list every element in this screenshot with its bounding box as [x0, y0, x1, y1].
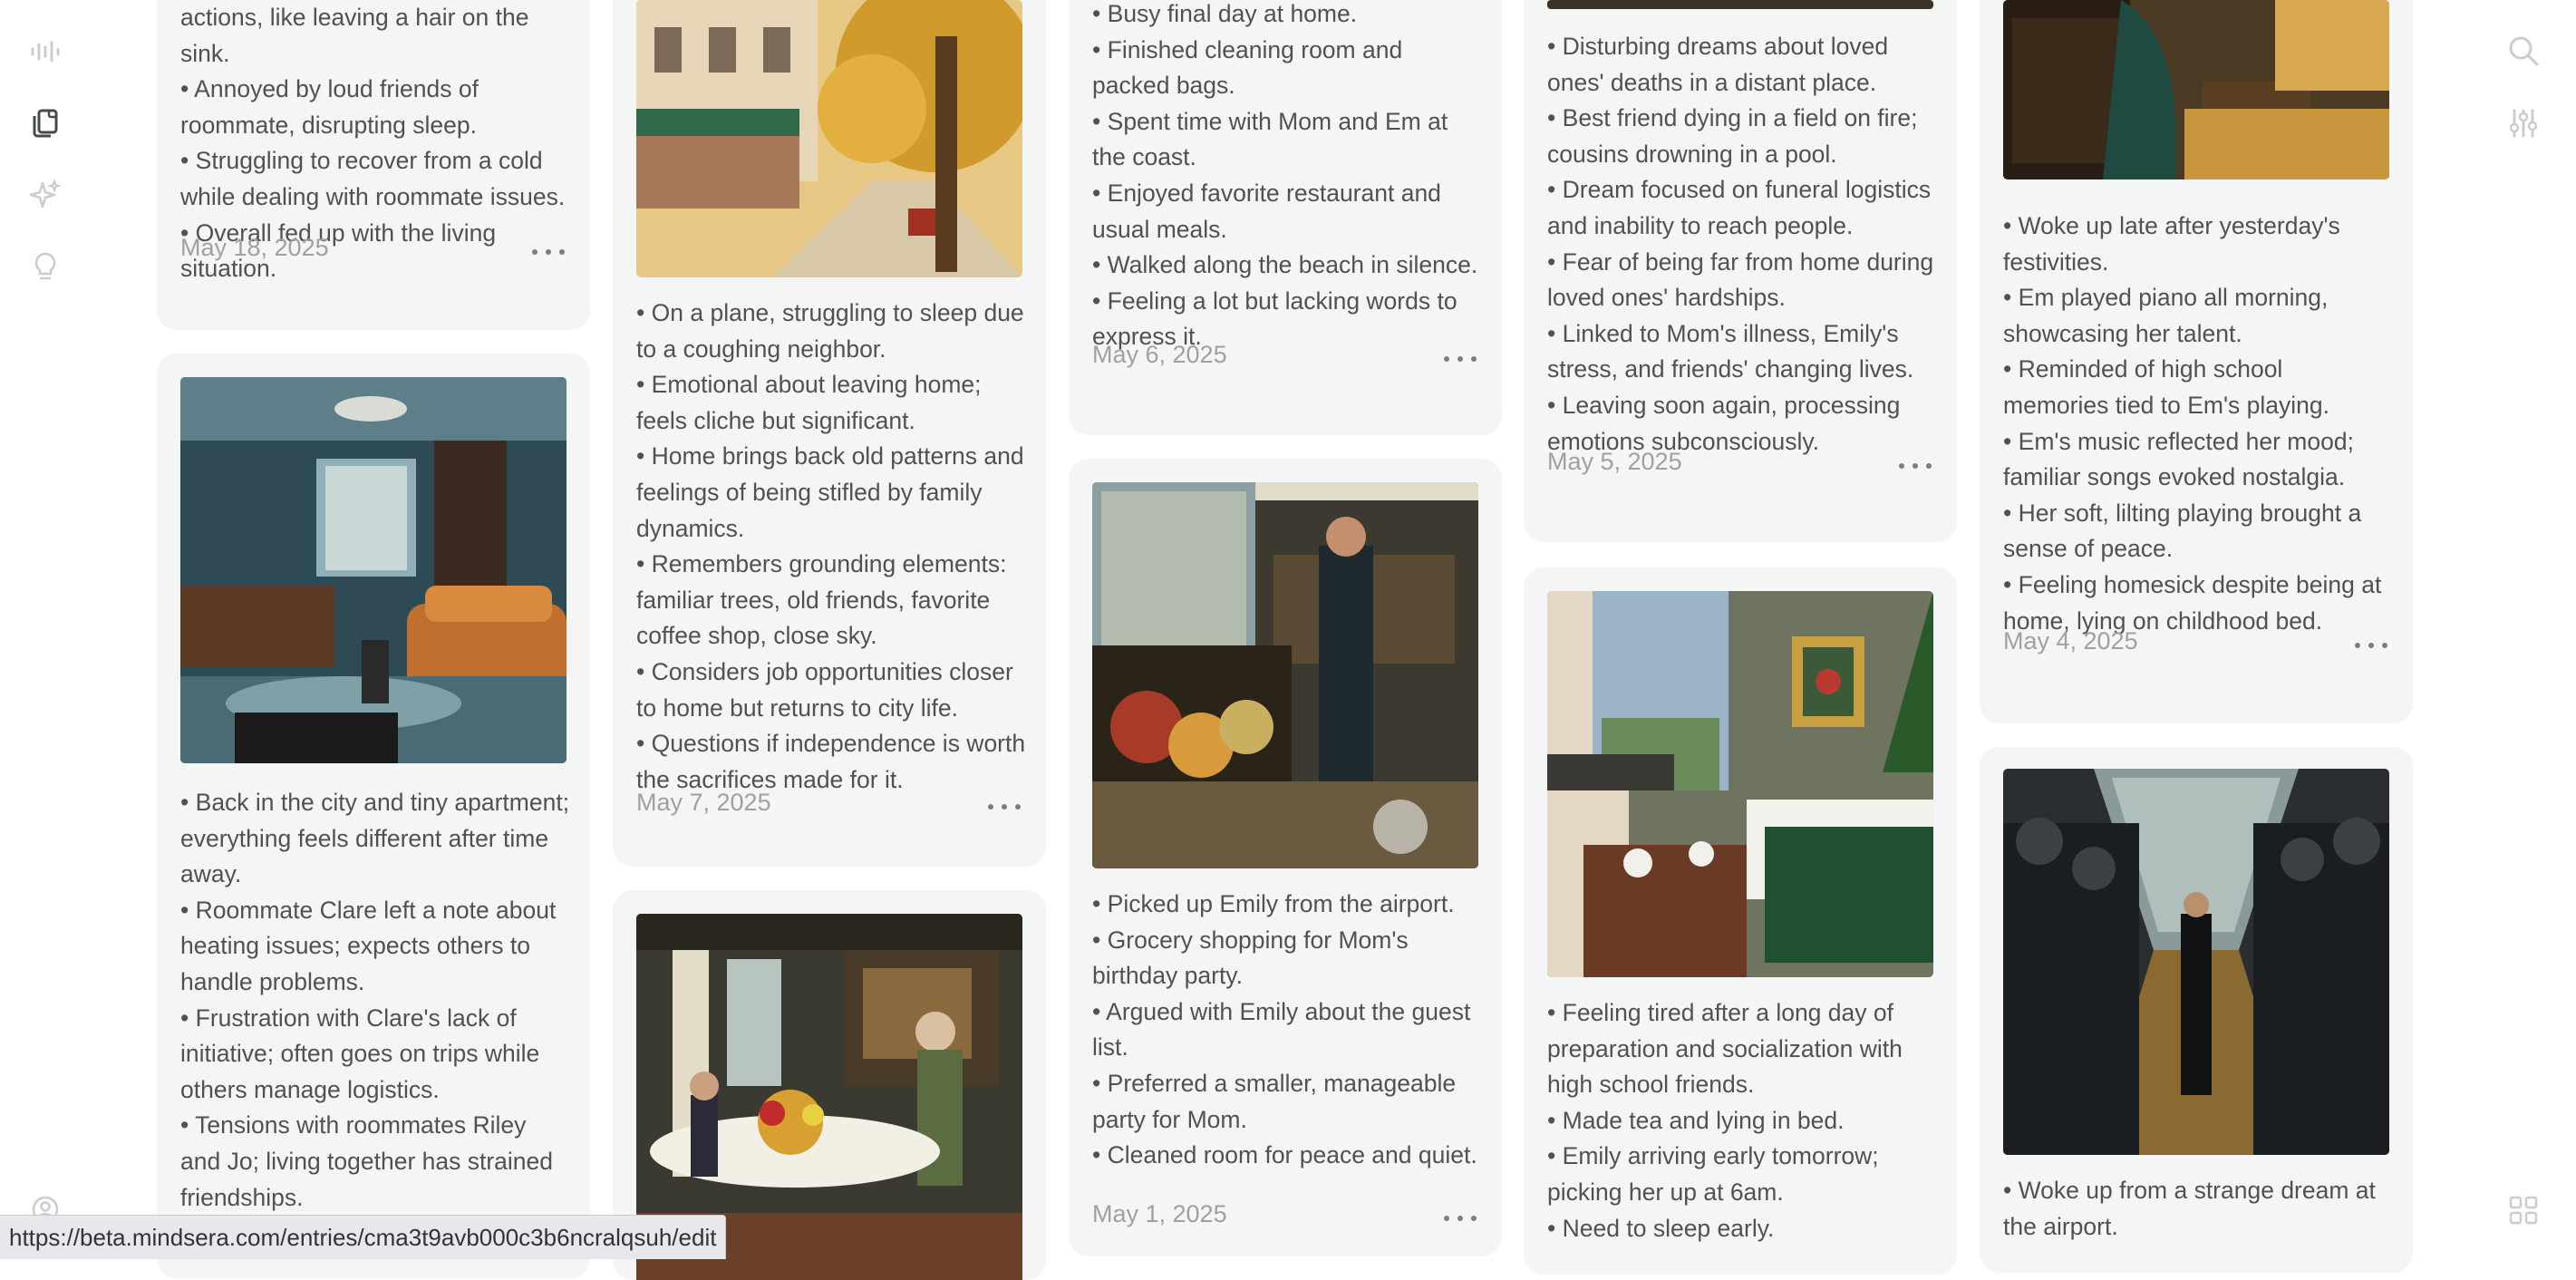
entry-image	[2003, 0, 2389, 179]
entry-date: May 7, 2025	[636, 789, 771, 816]
entry-summary: • Feeling tired after a long day of prep…	[1547, 999, 1903, 1242]
entry-card[interactable]: • Woke up late after yesterday's festivi…	[1980, 0, 2413, 723]
entry-summary: • Disturbing dreams about loved ones' de…	[1547, 33, 1934, 455]
sparkles-icon[interactable]	[27, 177, 63, 213]
entry-summary: • Picked up Emily from the airport. • Gr…	[1092, 890, 1477, 1169]
entry-card[interactable]: • Busy final day at home. • Finished cle…	[1069, 0, 1502, 435]
entry-image	[1547, 0, 1933, 9]
entry-summary: • On a plane, struggling to sleep due to…	[636, 299, 1026, 793]
more-options-icon[interactable]	[1444, 1209, 1477, 1227]
entry-summary: • Woke up late after yesterday's festivi…	[2003, 212, 2382, 635]
entry-date: May 4, 2025	[2003, 627, 2138, 655]
entry-card[interactable]: • Woke up from a strange dream at the ai…	[1980, 747, 2413, 1273]
entry-image	[2003, 769, 2389, 1155]
more-options-icon[interactable]	[2355, 636, 2387, 655]
entry-summary: • Busy final day at home. • Finished cle…	[1092, 0, 1478, 351]
search-icon[interactable]	[2503, 31, 2543, 71]
entry-image	[1547, 591, 1933, 977]
entry-date: May 1, 2025	[1092, 1200, 1227, 1227]
entry-date: May 6, 2025	[1092, 341, 1227, 368]
left-sidebar	[0, 0, 91, 1258]
waveform-icon[interactable]	[27, 34, 63, 70]
more-options-icon[interactable]	[988, 798, 1021, 816]
entry-image	[1092, 482, 1478, 868]
entry-card[interactable]: • On a plane, struggling to sleep due to…	[613, 0, 1046, 867]
filter-sliders-icon[interactable]	[2503, 103, 2543, 143]
more-options-icon[interactable]	[1899, 457, 1932, 475]
entry-image	[636, 0, 1022, 277]
entry-date: May 18, 2025	[180, 234, 329, 261]
entry-card[interactable]: actions, like leaving a hair on the sink…	[157, 0, 590, 330]
entry-summary: • Woke up from a strange dream at the ai…	[2003, 1177, 2376, 1240]
more-options-icon[interactable]	[532, 243, 565, 261]
lightbulb-icon[interactable]	[27, 249, 63, 286]
entry-card[interactable]: • Back in the city and tiny apartment; e…	[157, 354, 590, 1278]
grid-view-icon[interactable]	[2503, 1190, 2543, 1230]
journal-pages-icon[interactable]	[27, 105, 63, 141]
entry-image	[180, 377, 567, 763]
entry-summary: • Back in the city and tiny apartment; e…	[180, 789, 570, 1211]
entry-date: May 5, 2025	[1547, 448, 1682, 475]
status-bar-url: https://beta.mindsera.com/entries/cma3t9…	[0, 1215, 727, 1259]
entry-card[interactable]: • Disturbing dreams about loved ones' de…	[1524, 0, 1957, 542]
entry-card[interactable]: • Picked up Emily from the airport. • Gr…	[1069, 459, 1502, 1256]
more-options-icon[interactable]	[1444, 350, 1477, 368]
entry-card[interactable]: • Feeling tired after a long day of prep…	[1524, 567, 1957, 1275]
